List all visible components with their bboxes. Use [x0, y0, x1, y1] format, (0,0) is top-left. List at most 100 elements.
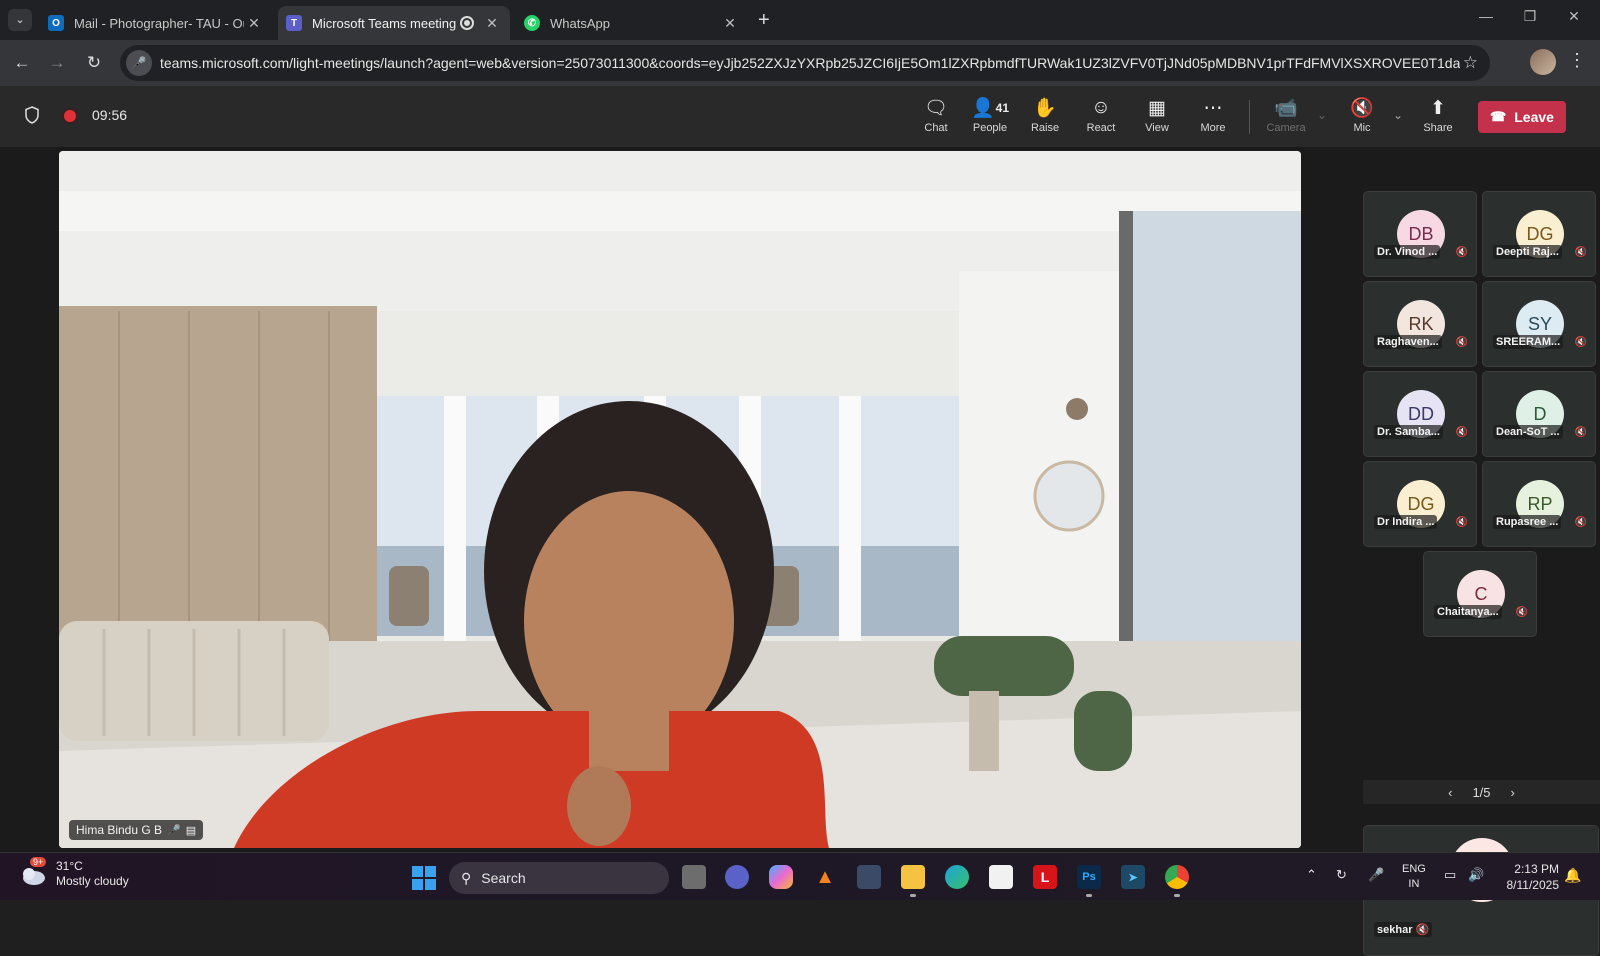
mic-muted-icon: 🔇	[1350, 98, 1374, 119]
file-explorer-icon[interactable]	[901, 865, 925, 897]
participant-name: Dr. Vinod ...	[1374, 245, 1441, 259]
meet-video-icon[interactable]	[725, 865, 749, 889]
tab-title: WhatsApp	[550, 15, 610, 31]
taskbar-search[interactable]: ⚲ Search	[449, 862, 669, 894]
participant-tile[interactable]: DB Dr. Vinod ... 🔇	[1363, 191, 1477, 277]
participant-name: Dr Indira ...	[1374, 515, 1438, 529]
view-grid-icon: ▦	[1148, 97, 1166, 119]
close-window-button[interactable]: ✕	[1552, 8, 1596, 25]
volume-icon[interactable]: 🔊	[1468, 867, 1484, 883]
mic-muted-icon: 🔇	[1515, 607, 1528, 618]
participant-tile[interactable]: DD Dr. Samba... 🔇	[1363, 371, 1477, 457]
sync-icon[interactable]: ↻	[1336, 867, 1347, 883]
reload-button[interactable]: ↻	[82, 51, 106, 75]
restore-button[interactable]: ❐	[1508, 8, 1552, 25]
close-icon[interactable]: ✕	[720, 15, 740, 32]
participant-tile[interactable]: D Dean-SoT ... 🔇	[1482, 371, 1596, 457]
participant-tile[interactable]: DG Dr Indira ... 🔇	[1363, 461, 1477, 547]
toolbar-divider	[1249, 100, 1250, 134]
mic-muted-icon: 🔇	[1574, 337, 1587, 348]
close-icon[interactable]: ✕	[482, 15, 502, 32]
raise-hand-button[interactable]: ✋ Raise	[1017, 94, 1073, 142]
start-button[interactable]	[412, 866, 436, 890]
camera-button[interactable]: 📹 Camera	[1258, 94, 1314, 142]
browser-menu-icon[interactable]: ⋮	[1568, 50, 1586, 71]
site-mic-icon[interactable]: 🎤	[126, 50, 152, 76]
participant-tile[interactable]: DG Deepti Raj... 🔇	[1482, 191, 1596, 277]
page-indicator: 1/5	[1472, 784, 1491, 800]
chevron-right-icon[interactable]: ›	[1511, 785, 1515, 800]
whatsapp-icon: ✆	[524, 15, 540, 31]
bookmark-star-icon[interactable]: ☆	[1463, 53, 1478, 73]
language-indicator[interactable]: ENG IN	[1402, 862, 1426, 892]
participant-tile[interactable]: RK Raghaven... 🔇	[1363, 281, 1477, 367]
minimize-button[interactable]: —	[1464, 8, 1508, 24]
tab-teams-meeting[interactable]: T Microsoft Teams meeting | M ✕	[278, 6, 510, 40]
people-count: 41	[995, 101, 1010, 115]
tab-mail[interactable]: O Mail - Photographer- TAU - Out ✕	[40, 6, 272, 40]
profile-avatar[interactable]	[1530, 49, 1556, 75]
new-tab-button[interactable]: +	[758, 9, 770, 32]
cloud-icon: 9+	[18, 857, 48, 889]
vlc-icon[interactable]: ▲	[813, 865, 837, 889]
chevron-left-icon[interactable]: ‹	[1448, 785, 1452, 800]
calculator-icon[interactable]	[857, 865, 881, 889]
react-button[interactable]: ☺ React	[1073, 94, 1129, 142]
tab-search-button[interactable]: ⌄	[8, 9, 32, 31]
copilot-icon[interactable]	[769, 865, 793, 889]
back-button[interactable]: ←	[10, 51, 34, 75]
microphone-tray-icon[interactable]: 🎤	[1368, 867, 1384, 883]
network-icon[interactable]: ▭	[1444, 867, 1456, 883]
close-icon[interactable]: ✕	[244, 15, 264, 32]
phone-hangup-icon: ☎	[1490, 109, 1507, 124]
view-button[interactable]: ▦ View	[1129, 94, 1185, 142]
participant-tile[interactable]: SY SREERAM... 🔇	[1482, 281, 1596, 367]
participant-tile[interactable]: C Chaitanya... 🔇	[1423, 551, 1537, 637]
url-text[interactable]: teams.microsoft.com/light-meetings/launc…	[160, 55, 1460, 71]
tab-title: Mail - Photographer- TAU - Out	[74, 15, 244, 31]
weather-widget[interactable]: 9+ 31°C Mostly cloudy	[18, 857, 129, 889]
mic-muted-icon: 🔇	[1455, 247, 1468, 258]
mic-muted-icon: 🔇	[1455, 517, 1468, 528]
mic-options-chevron-icon[interactable]: ⌄	[1393, 108, 1403, 122]
forward-button[interactable]: →	[45, 51, 69, 75]
speaker-video-frame	[59, 151, 1301, 848]
notification-bell-icon[interactable]: 🔔	[1564, 867, 1581, 884]
participant-name: sekhar	[1377, 924, 1413, 936]
app-l-icon[interactable]: L	[1033, 865, 1057, 889]
mic-button[interactable]: 🔇 Mic	[1334, 94, 1390, 142]
shield-icon[interactable]	[24, 106, 40, 124]
participant-tile[interactable]: RP Rupasree ... 🔇	[1482, 461, 1596, 547]
tab-title: Microsoft Teams meeting | M	[312, 15, 460, 31]
participant-name: Dean-SoT ...	[1493, 425, 1563, 439]
mic-muted-icon: 🔇	[1415, 924, 1430, 936]
participant-name: Rupasree ...	[1493, 515, 1562, 529]
task-view-icon[interactable]	[682, 865, 706, 889]
hand-icon: ✋	[1033, 98, 1057, 119]
mic-muted-icon: 🔇	[1574, 247, 1587, 258]
chrome-icon[interactable]	[1165, 865, 1189, 897]
meeting-stage: Hima Bindu G B 🎤 ▤ DB Dr. Vinod ... 🔇 DG Dee…	[0, 148, 1600, 956]
people-button[interactable]: 👤 41 People	[962, 94, 1018, 142]
system-clock[interactable]: 2:13 PM 8/11/2025	[1495, 861, 1560, 893]
show-hidden-icons-chevron-icon[interactable]: ⌃	[1306, 867, 1317, 883]
outlook-icon: O	[48, 15, 64, 31]
chat-button[interactable]: 🗨 Chat	[908, 94, 964, 142]
address-bar[interactable]: 🎤 teams.microsoft.com/light-meetings/lau…	[120, 45, 1490, 81]
more-icon: ⋯	[1203, 97, 1223, 119]
camera-options-chevron-icon[interactable]: ⌄	[1317, 108, 1327, 122]
teams-icon: T	[286, 15, 302, 31]
microsoft-store-icon[interactable]	[989, 865, 1013, 889]
main-speaker-video[interactable]: Hima Bindu G B 🎤 ▤	[59, 151, 1301, 848]
share-button[interactable]: ⬆ Share	[1410, 94, 1466, 142]
chat-icon: 🗨	[923, 98, 949, 119]
leave-button[interactable]: ☎ Leave	[1478, 101, 1566, 133]
camera-off-icon: 📹	[1274, 98, 1298, 119]
edge-icon[interactable]	[945, 865, 969, 889]
search-icon: ⚲	[461, 869, 472, 886]
photoshop-icon[interactable]: Ps	[1077, 865, 1101, 897]
tab-whatsapp[interactable]: ✆ WhatsApp ✕	[516, 6, 748, 40]
more-button[interactable]: ⋯ More	[1185, 94, 1241, 142]
power-automate-icon[interactable]: ➤	[1121, 865, 1145, 889]
weather-temp: 31°C	[56, 859, 83, 873]
